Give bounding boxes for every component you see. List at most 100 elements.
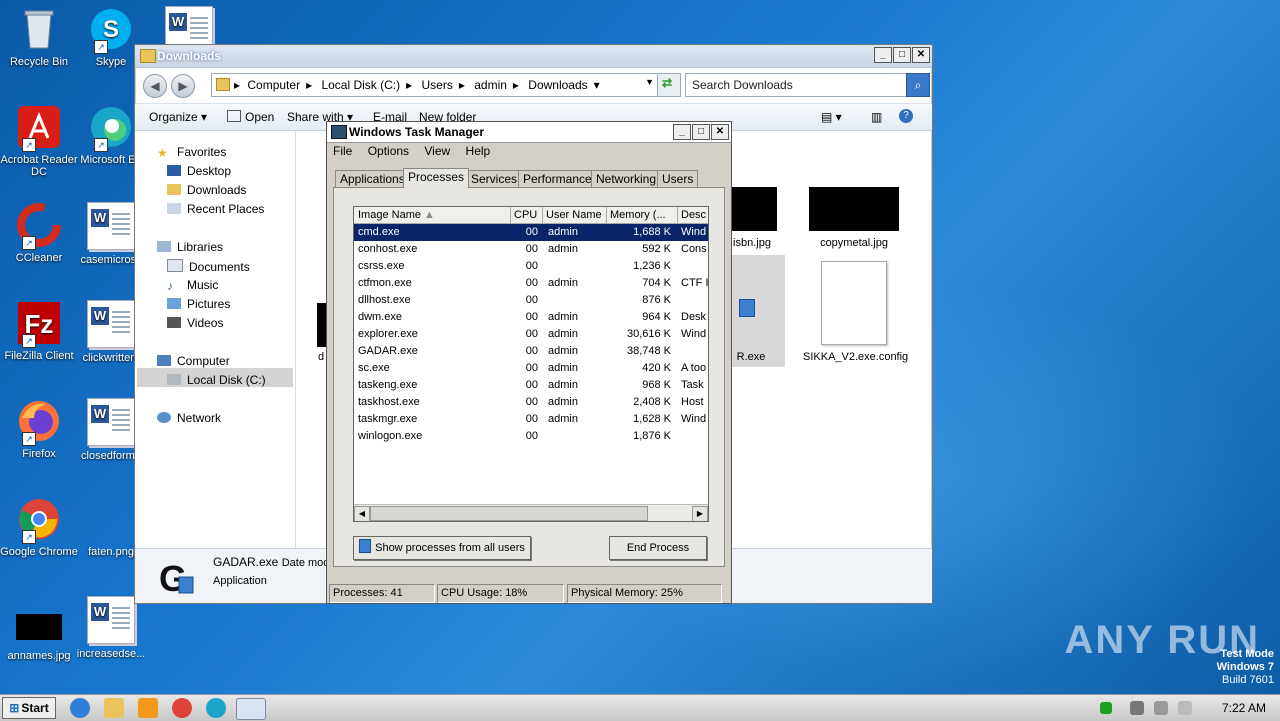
table-row[interactable]: GADAR.exe 00 admin 38,748 K xyxy=(354,343,708,360)
nav-network[interactable]: Network xyxy=(157,411,221,425)
menu-help[interactable]: Help xyxy=(466,144,491,158)
maximize-button[interactable]: □ xyxy=(692,124,710,140)
computer-icon xyxy=(157,355,171,366)
minimize-button[interactable]: _ xyxy=(874,47,892,63)
task-manager-taskbar-button[interactable] xyxy=(236,698,266,720)
column-memory[interactable]: Memory (... xyxy=(606,207,678,223)
selected-file-gadar[interactable]: R.exe xyxy=(731,255,785,367)
table-row[interactable]: cmd.exe 00 admin 1,688 K Wind xyxy=(354,224,708,241)
nav-videos[interactable]: Videos xyxy=(167,316,223,330)
tab-networking[interactable]: Networking xyxy=(591,170,662,187)
table-row[interactable]: taskhost.exe 00 admin 2,408 K Host xyxy=(354,394,708,411)
desktop-icon-ccleaner[interactable]: ↗ CCleaner xyxy=(0,202,78,264)
scroll-left-arrow[interactable]: ◀ xyxy=(354,506,370,521)
chrome-taskbar-icon[interactable] xyxy=(172,698,192,718)
start-button[interactable]: ⊞ Start xyxy=(2,697,56,719)
table-row[interactable]: explorer.exe 00 admin 30,616 K Wind xyxy=(354,326,708,343)
tab-users[interactable]: Users xyxy=(657,170,699,187)
breadcrumb-admin[interactable]: admin xyxy=(474,78,507,92)
close-button[interactable]: ✕ xyxy=(912,47,930,63)
show-all-users-button[interactable]: Show processes from all users xyxy=(353,536,531,560)
close-button[interactable]: ✕ xyxy=(711,124,729,140)
recycle-bin-icon xyxy=(16,6,62,52)
back-button[interactable]: ◀ xyxy=(143,74,167,98)
organize-button[interactable]: Organize ▾ xyxy=(149,110,207,124)
table-row[interactable]: csrss.exe 00 1,236 K xyxy=(354,258,708,275)
table-row[interactable]: sc.exe 00 admin 420 K A too xyxy=(354,360,708,377)
nav-local-disk[interactable]: Local Disk (C:) xyxy=(167,373,266,387)
horizontal-scrollbar[interactable]: ◀ ▶ xyxy=(354,504,708,521)
nav-documents[interactable]: Documents xyxy=(167,259,250,274)
maximize-button[interactable]: □ xyxy=(893,47,911,63)
file-thumbnail-isbn[interactable] xyxy=(731,187,777,231)
nav-downloads[interactable]: Downloads xyxy=(167,183,246,197)
tray-icon[interactable] xyxy=(1100,702,1112,714)
nav-libraries[interactable]: Libraries xyxy=(157,240,223,254)
menu-options[interactable]: Options xyxy=(368,144,409,158)
menu-file[interactable]: File xyxy=(333,144,352,158)
tab-processes[interactable]: Processes xyxy=(403,168,470,188)
desktop-icon-increasedse[interactable]: increasedse... xyxy=(72,596,150,660)
network-tray-icon[interactable] xyxy=(1130,701,1144,715)
table-row[interactable]: ctfmon.exe 00 admin 704 K CTF I xyxy=(354,275,708,292)
search-input[interactable]: Search Downloads ⌕ xyxy=(685,73,930,97)
desktop-icon-firefox[interactable]: ↗ Firefox xyxy=(0,398,78,460)
open-button[interactable]: Open xyxy=(227,110,274,124)
task-manager-titlebar[interactable]: Windows Task Manager _ □ ✕ xyxy=(327,122,731,143)
address-bar[interactable]: ▸ Computer ▸ Local Disk (C:) ▸ Users ▸ admi… xyxy=(211,73,659,97)
nav-recent-places[interactable]: Recent Places xyxy=(167,202,264,216)
column-image-name[interactable]: Image Name ▲ xyxy=(354,207,511,223)
breadcrumb-downloads[interactable]: Downloads xyxy=(528,78,587,92)
chevron-down-icon[interactable]: ▼ xyxy=(645,77,654,87)
minimize-button[interactable]: _ xyxy=(673,124,691,140)
end-process-button[interactable]: End Process xyxy=(609,536,707,560)
desktop-icon-filezilla[interactable]: Fz ↗ FileZilla Client xyxy=(0,300,78,362)
scroll-right-arrow[interactable]: ▶ xyxy=(692,506,708,521)
breadcrumb-computer[interactable]: Computer xyxy=(247,78,300,92)
column-user-name[interactable]: User Name xyxy=(542,207,607,223)
nav-computer[interactable]: Computer xyxy=(157,354,230,368)
preview-pane-icon[interactable]: ▥ xyxy=(871,110,882,124)
search-icon[interactable]: ⌕ xyxy=(906,73,930,97)
explorer-taskbar-icon[interactable] xyxy=(104,698,124,718)
view-options-icon[interactable]: ▤ ▾ xyxy=(821,110,842,124)
tab-performance[interactable]: Performance xyxy=(518,170,597,187)
refresh-button[interactable] xyxy=(657,73,681,97)
desktop-icon-annames[interactable]: annames.jpg xyxy=(0,600,78,662)
config-file-icon[interactable] xyxy=(821,261,887,345)
internet-explorer-icon[interactable] xyxy=(70,698,90,718)
volume-tray-icon[interactable] xyxy=(1154,701,1168,715)
desktop-icon-acrobat[interactable]: ↗ Acrobat Reader DC xyxy=(0,104,78,178)
cell-desc: Wind xyxy=(681,328,707,340)
table-row[interactable]: winlogon.exe 00 1,876 K xyxy=(354,428,708,445)
nav-pictures[interactable]: Pictures xyxy=(167,297,230,311)
table-row[interactable]: taskmgr.exe 00 admin 1,628 K Wind xyxy=(354,411,708,428)
table-row[interactable]: dllhost.exe 00 876 K xyxy=(354,292,708,309)
forward-button[interactable]: ▶ xyxy=(171,74,195,98)
flag-tray-icon[interactable] xyxy=(1178,701,1192,715)
column-description[interactable]: Desc xyxy=(677,207,708,223)
breadcrumb-local-disk[interactable]: Local Disk (C:) xyxy=(321,78,400,92)
table-row[interactable]: taskeng.exe 00 admin 968 K Task xyxy=(354,377,708,394)
help-icon[interactable]: ? xyxy=(899,109,913,123)
media-player-icon[interactable] xyxy=(138,698,158,718)
table-row[interactable]: dwm.exe 00 admin 964 K Desk xyxy=(354,309,708,326)
table-row[interactable]: conhost.exe 00 admin 592 K Cons xyxy=(354,241,708,258)
desktop-icon-recycle-bin[interactable]: Recycle Bin xyxy=(0,6,78,68)
file-thumbnail-copymetal[interactable] xyxy=(809,187,899,231)
breadcrumb-users[interactable]: Users xyxy=(422,78,453,92)
tab-services[interactable]: Services xyxy=(466,170,523,187)
nav-favorites[interactable]: ★ Favorites xyxy=(157,145,226,160)
process-list[interactable]: Image Name ▲ CPU User Name Memory (... D… xyxy=(353,206,709,522)
nav-desktop[interactable]: Desktop xyxy=(167,164,231,178)
tab-applications[interactable]: Applications xyxy=(335,170,410,187)
explorer-titlebar[interactable]: Downloads _ □ ✕ xyxy=(135,45,932,68)
task-manager-window[interactable]: Windows Task Manager _ □ ✕ File Options … xyxy=(326,121,732,604)
nav-music[interactable]: ♪ Music xyxy=(167,278,218,293)
column-cpu[interactable]: CPU xyxy=(510,207,543,223)
scroll-thumb[interactable] xyxy=(370,506,648,521)
clock[interactable]: 7:22 AM xyxy=(1222,701,1266,715)
desktop-icon-chrome[interactable]: ↗ Google Chrome xyxy=(0,496,78,558)
menu-view[interactable]: View xyxy=(424,144,450,158)
edge-taskbar-icon[interactable] xyxy=(206,698,226,718)
